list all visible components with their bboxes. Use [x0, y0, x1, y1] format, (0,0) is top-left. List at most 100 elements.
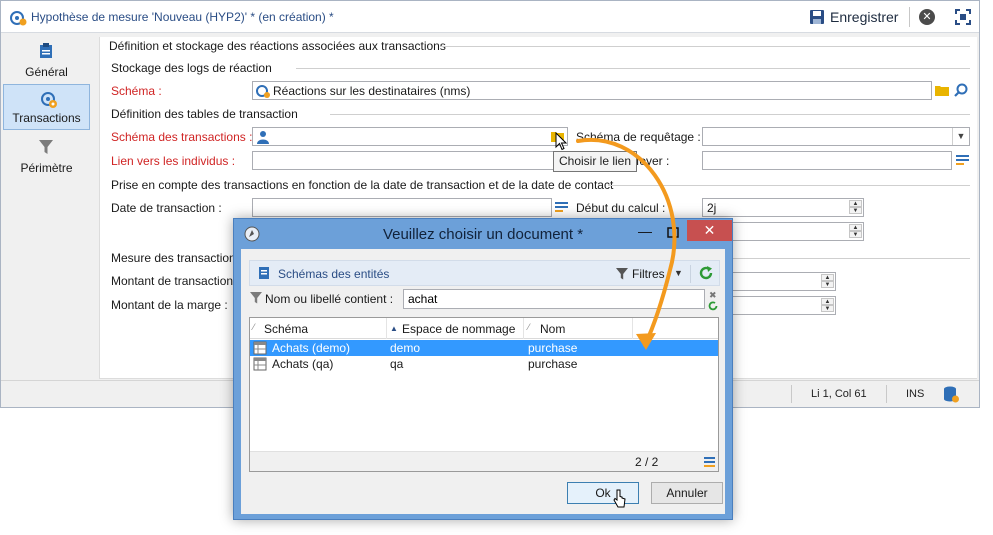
- cursor-position: Li 1, Col 61: [811, 388, 867, 400]
- mouse-cursor-icon: [555, 132, 567, 151]
- clear-filter-icon[interactable]: ✖: [709, 290, 717, 301]
- status-separator: [791, 385, 792, 403]
- list-edit-icon[interactable]: [555, 201, 568, 213]
- dialog-title-bar: Veuillez choisir un document * — ✕: [234, 219, 732, 249]
- cell-schema: Achats (demo): [272, 341, 351, 355]
- schema-icon: [256, 85, 270, 98]
- list-footer: 2 / 2: [250, 451, 718, 471]
- chevron-down-icon[interactable]: ▼: [952, 128, 969, 145]
- schema-field[interactable]: Réactions sur les destinataires (nms): [252, 81, 932, 100]
- foyer-label: foyer :: [636, 154, 670, 168]
- cell-name: purchase: [528, 357, 578, 371]
- section-title-main: Définition et stockage des réactions ass…: [109, 39, 446, 53]
- transactions-schema-label: Schéma des transactions :: [111, 130, 253, 144]
- insert-mode: INS: [906, 388, 925, 400]
- list-header: ⁄ Schéma ▲ Espace de nommage ⁄ Nom: [250, 318, 718, 339]
- clipboard-icon: [40, 43, 52, 58]
- title-bar: Hypothèse de mesure 'Nouveau (HYP2)' * (…: [1, 1, 979, 33]
- amount-spinner[interactable]: ▲ ▼: [821, 274, 834, 289]
- schema-label: Schéma :: [111, 84, 162, 98]
- cancel-button[interactable]: Annuler: [651, 482, 723, 504]
- column-header-namespace[interactable]: Espace de nommage: [402, 322, 515, 336]
- filters-button[interactable]: Filtres: [632, 267, 665, 281]
- window-title: Hypothèse de mesure 'Nouveau (HYP2)' * (…: [31, 10, 334, 24]
- name-filter-input[interactable]: [403, 289, 705, 309]
- dialog-body: Schémas des entités Filtres ▼ Nom ou lib…: [241, 249, 725, 514]
- cell-name: purchase: [528, 341, 578, 355]
- chevron-down-icon[interactable]: ▼: [674, 268, 683, 278]
- close-circle-icon[interactable]: ✕: [919, 9, 935, 25]
- sidebar-item-label: Transactions: [12, 111, 81, 125]
- list-row-achats-qa[interactable]: Achats (qa) qa purchase: [250, 356, 718, 372]
- calc-end-spinner[interactable]: ▲ ▼: [849, 224, 862, 239]
- query-schema-select[interactable]: ▼: [702, 127, 970, 146]
- folder-icon[interactable]: [935, 84, 949, 96]
- section-divider: [296, 68, 970, 69]
- schema-list: ⁄ Schéma ▲ Espace de nommage ⁄ Nom Achat…: [249, 317, 719, 472]
- calc-start-field[interactable]: 2j ▲ ▼: [702, 198, 864, 217]
- section-title-measure: Mesure des transaction: [111, 251, 236, 265]
- calc-start-spinner[interactable]: ▲ ▼: [849, 200, 862, 215]
- entity-schema-icon: [259, 267, 269, 279]
- margin-spinner[interactable]: ▲ ▼: [821, 298, 834, 313]
- calc-start-label: Début du calcul :: [576, 201, 666, 215]
- transaction-date-label: Date de transaction :: [111, 201, 222, 215]
- entity-schemas-label: Schémas des entités: [278, 267, 390, 281]
- database-icon[interactable]: [943, 386, 959, 403]
- app-icon: [10, 11, 27, 26]
- section-divider: [440, 46, 970, 47]
- search-icon[interactable]: [954, 83, 968, 97]
- link-individuals-field[interactable]: [252, 151, 568, 170]
- table-schema-icon: [253, 357, 267, 371]
- target-gear-icon: [41, 92, 57, 108]
- sidebar-item-label: Périmètre: [20, 161, 73, 175]
- section-title-tables: Définition des tables de transaction: [111, 107, 298, 121]
- sidebar-item-transactions[interactable]: Transactions: [3, 84, 90, 130]
- maximize-icon[interactable]: [664, 225, 682, 241]
- save-button[interactable]: Enregistrer: [809, 5, 905, 29]
- minimize-icon[interactable]: —: [636, 224, 654, 241]
- column-header-name[interactable]: Nom: [540, 322, 565, 336]
- foyer-field[interactable]: [702, 151, 952, 170]
- query-schema-label: Schéma de requêtage :: [576, 130, 701, 144]
- column-header-schema[interactable]: Schéma: [264, 322, 308, 336]
- link-individuals-label: Lien vers les individus :: [111, 154, 236, 168]
- cell-schema: Achats (qa): [272, 357, 334, 371]
- section-divider: [608, 185, 970, 186]
- list-menu-icon[interactable]: [704, 457, 715, 467]
- toolbar-separator: [690, 265, 691, 283]
- section-title-logs: Stockage des logs de réaction: [111, 61, 272, 75]
- user-icon: [257, 131, 269, 144]
- column-separator[interactable]: [632, 318, 633, 339]
- refresh-icon[interactable]: [698, 265, 714, 281]
- sidebar: Général Transactions Périmètre: [1, 33, 92, 380]
- filter-label: Nom ou libellé contient :: [265, 292, 394, 306]
- section-divider: [330, 114, 970, 115]
- choose-link-tooltip: Choisir le lien: [553, 151, 638, 172]
- list-row-achats-demo[interactable]: Achats (demo) demo purchase: [250, 340, 718, 356]
- hand-cursor-icon: [613, 489, 626, 508]
- save-button-label: Enregistrer: [830, 9, 899, 25]
- row-count: 2 / 2: [635, 455, 659, 469]
- column-separator[interactable]: [523, 318, 524, 339]
- sidebar-item-general[interactable]: Général: [3, 37, 90, 83]
- toolbar-separator: [909, 7, 910, 27]
- status-separator: [886, 385, 887, 403]
- fullscreen-icon[interactable]: [955, 9, 971, 25]
- cell-namespace: qa: [390, 357, 404, 371]
- sidebar-item-perimetre[interactable]: Périmètre: [3, 133, 90, 179]
- dialog-toolbar: Schémas des entités Filtres ▼: [249, 260, 720, 286]
- close-icon[interactable]: ✕: [687, 220, 732, 241]
- funnel-icon[interactable]: [616, 267, 628, 280]
- ok-button[interactable]: Ok: [567, 482, 639, 504]
- schema-value: Réactions sur les destinataires (nms): [273, 84, 471, 98]
- list-edit-icon[interactable]: [956, 154, 969, 166]
- sort-ascending-icon: ▲: [390, 324, 398, 333]
- refresh-icon[interactable]: [708, 301, 718, 311]
- column-separator[interactable]: [386, 318, 387, 339]
- floppy-disk-icon: [810, 10, 824, 24]
- choose-document-dialog: Veuillez choisir un document * — ✕ Schém…: [233, 218, 733, 520]
- transaction-date-field[interactable]: [252, 198, 552, 217]
- transactions-schema-field[interactable]: [252, 127, 568, 146]
- sort-icon: ⁄: [528, 322, 530, 332]
